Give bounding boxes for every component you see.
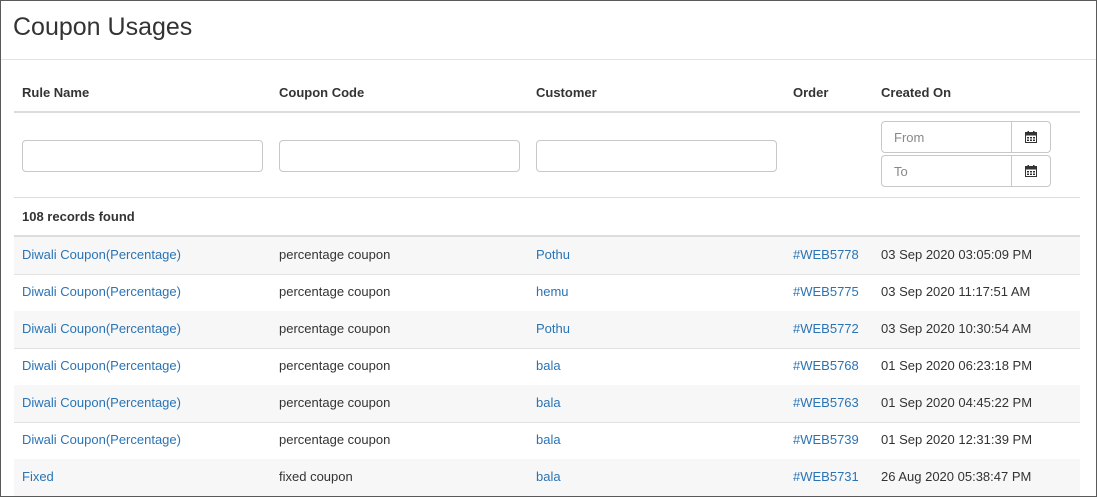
- created-on-cell: 01 Sep 2020 06:23:18 PM: [881, 358, 1033, 373]
- to-date-picker-button[interactable]: [1011, 155, 1051, 187]
- created-on-cell: 01 Sep 2020 04:45:22 PM: [881, 395, 1033, 410]
- order-link[interactable]: #WEB5763: [785, 395, 873, 410]
- coupon-code-cell: fixed coupon: [279, 469, 353, 484]
- header-order[interactable]: Order: [785, 85, 873, 100]
- header-coupon-code[interactable]: Coupon Code: [271, 85, 528, 100]
- rule-name-link[interactable]: Diwali Coupon(Percentage): [14, 432, 271, 447]
- customer-link[interactable]: Pothu: [528, 321, 785, 336]
- records-found-count: 108 records found: [22, 209, 135, 224]
- rule-name-link[interactable]: Diwali Coupon(Percentage): [14, 321, 271, 336]
- order-link[interactable]: #WEB5778: [785, 247, 873, 262]
- created-to-filter: [881, 155, 1051, 187]
- order-link[interactable]: #WEB5731: [785, 469, 873, 484]
- table-row: Diwali Coupon(Percentage) percentage cou…: [14, 311, 1080, 349]
- order-link[interactable]: #WEB5772: [785, 321, 873, 336]
- created-on-cell: 03 Sep 2020 11:17:51 AM: [881, 284, 1031, 299]
- customer-filter-input[interactable]: [536, 140, 777, 172]
- customer-link[interactable]: Pothu: [528, 247, 785, 262]
- coupon-code-cell: percentage coupon: [279, 247, 391, 262]
- coupon-code-cell: percentage coupon: [279, 358, 391, 373]
- coupon-code-cell: percentage coupon: [279, 321, 391, 336]
- table-row: Fixed fixed coupon bala #WEB5731 26 Aug …: [14, 459, 1080, 496]
- rule-name-link[interactable]: Fixed: [14, 469, 271, 484]
- coupon-code-filter-input[interactable]: [279, 140, 520, 172]
- rule-name-filter-input[interactable]: [22, 140, 263, 172]
- created-from-filter: [881, 121, 1051, 153]
- order-link[interactable]: #WEB5768: [785, 358, 873, 373]
- created-on-cell: 01 Sep 2020 12:31:39 PM: [881, 432, 1033, 447]
- table-row: Diwali Coupon(Percentage) percentage cou…: [14, 237, 1080, 275]
- coupon-code-cell: percentage coupon: [279, 432, 391, 447]
- coupon-usages-panel: Coupon Usages Rule Name Coupon Code Cust…: [0, 0, 1097, 497]
- coupon-code-cell: percentage coupon: [279, 284, 391, 299]
- page-title: Coupon Usages: [13, 13, 193, 41]
- table-row: Diwali Coupon(Percentage) percentage cou…: [14, 385, 1080, 423]
- header-created-on[interactable]: Created On: [873, 85, 1080, 100]
- coupon-code-cell: percentage coupon: [279, 395, 391, 410]
- rule-name-link[interactable]: Diwali Coupon(Percentage): [14, 395, 271, 410]
- order-link[interactable]: #WEB5775: [785, 284, 873, 299]
- created-from-input[interactable]: [881, 121, 1012, 153]
- table-row: Diwali Coupon(Percentage) percentage cou…: [14, 348, 1080, 386]
- title-bar: Coupon Usages: [1, 1, 1096, 60]
- header-customer[interactable]: Customer: [528, 85, 785, 100]
- rule-name-link[interactable]: Diwali Coupon(Percentage): [14, 358, 271, 373]
- created-to-input[interactable]: [881, 155, 1012, 187]
- customer-link[interactable]: hemu: [528, 284, 785, 299]
- created-on-cell: 03 Sep 2020 03:05:09 PM: [881, 247, 1033, 262]
- order-link[interactable]: #WEB5739: [785, 432, 873, 447]
- table-header: Rule Name Coupon Code Customer Order Cre…: [14, 73, 1080, 113]
- created-on-cell: 03 Sep 2020 10:30:54 AM: [881, 321, 1032, 336]
- customer-link[interactable]: bala: [528, 358, 785, 373]
- filter-row: [14, 113, 1080, 198]
- customer-link[interactable]: bala: [528, 395, 785, 410]
- table-row: Diwali Coupon(Percentage) percentage cou…: [14, 274, 1080, 312]
- records-count-bar: 108 records found: [14, 197, 1080, 237]
- from-date-picker-button[interactable]: [1011, 121, 1051, 153]
- rule-name-link[interactable]: Diwali Coupon(Percentage): [14, 247, 271, 262]
- header-rule-name[interactable]: Rule Name: [14, 85, 271, 100]
- calendar-icon: [1025, 131, 1037, 143]
- created-on-cell: 26 Aug 2020 05:38:47 PM: [881, 469, 1032, 484]
- customer-link[interactable]: bala: [528, 469, 785, 484]
- table-row: Diwali Coupon(Percentage) percentage cou…: [14, 422, 1080, 460]
- rule-name-link[interactable]: Diwali Coupon(Percentage): [14, 284, 271, 299]
- customer-link[interactable]: bala: [528, 432, 785, 447]
- calendar-icon: [1025, 165, 1037, 177]
